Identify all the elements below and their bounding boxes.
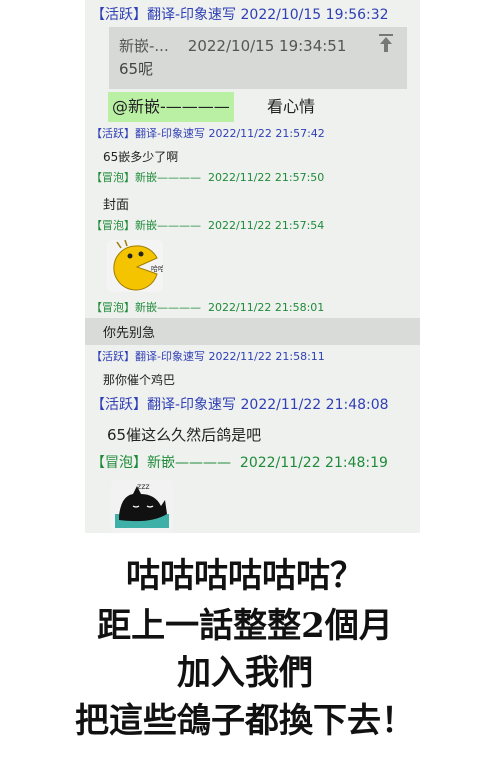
- quote-sender: 新嵌-...: [119, 37, 169, 55]
- message-text: 你先别急: [103, 326, 156, 341]
- active-tag: 【活跃】: [91, 127, 135, 140]
- timestamp: 2022/11/22 21:48:19: [239, 455, 388, 471]
- sticker-text: zzz: [137, 482, 150, 491]
- quoted-message[interactable]: 新嵌-... 2022/10/15 19:34:51 65呢: [109, 27, 407, 89]
- message: 【冒泡】新嵌———— 2022/11/22 21:48:19: [85, 455, 420, 471]
- message: 【冒泡】新嵌———— 2022/11/22 21:57:54: [85, 218, 420, 234]
- message-header: 【冒泡】新嵌———— 2022/11/22 21:57:50: [85, 170, 420, 186]
- emoji-sticker-icon[interactable]: 哈哈: [107, 240, 163, 292]
- active-tag: 【活跃】: [91, 7, 147, 23]
- timestamp: 2022/11/22 21:57:54: [208, 219, 325, 232]
- message: 【活跃】翻译-印象速写 2022/11/22 21:48:08 65催这么久然后…: [85, 397, 420, 445]
- message-header: 【活跃】翻译-印象速写 2022/11/22 21:58:11: [85, 349, 420, 365]
- sender-name[interactable]: 翻译-印象速写: [135, 127, 205, 140]
- bubble-tag: 【冒泡】: [91, 455, 147, 471]
- timestamp: 2022/11/22 21:58:11: [208, 350, 325, 363]
- message: 【活跃】翻译-印象速写 2022/11/22 21:58:11 那你催个鸡巴: [85, 349, 420, 388]
- message-text: 封面: [103, 198, 130, 213]
- timestamp: 2022/11/22 21:57:50: [208, 171, 325, 184]
- bubble-tag: 【冒泡】: [91, 171, 135, 184]
- message-header: 【冒泡】新嵌———— 2022/11/22 21:58:01: [85, 300, 420, 316]
- bubble-tag: 【冒泡】: [91, 219, 135, 232]
- jump-to-quote-icon[interactable]: [377, 33, 395, 53]
- message: 【活跃】翻译-印象速写 2022/11/22 21:57:42 65嵌多少了啊: [85, 126, 420, 165]
- quote-header: 新嵌-... 2022/10/15 19:34:51: [119, 35, 346, 56]
- message-text: 65嵌多少了啊: [103, 150, 179, 164]
- message-header: 【冒泡】新嵌———— 2022/11/22 21:57:54: [85, 218, 420, 234]
- timestamp: 2022/10/15 19:56:32: [240, 7, 389, 23]
- caption-line: 把這些鴿子都換下去！: [75, 701, 415, 741]
- sender-name[interactable]: 新嵌————: [135, 219, 201, 232]
- timestamp: 2022/11/22 21:58:01: [208, 301, 325, 314]
- caption-line: 咕咕咕咕咕咕？: [126, 556, 364, 596]
- sticker-text: 哈哈: [151, 264, 163, 273]
- message-header: 【活跃】翻译-印象速写 2022/11/22 21:48:08: [85, 397, 420, 413]
- message-header: 【活跃】翻译-印象速写 2022/11/22 21:57:42: [85, 126, 420, 142]
- message-text: 看心情: [267, 97, 316, 116]
- timestamp: 2022/11/22 21:57:42: [208, 127, 325, 140]
- message-header: 【活跃】翻译-印象速写 2022/10/15 19:56:32: [91, 7, 420, 23]
- sender-name[interactable]: 新嵌————: [135, 171, 201, 184]
- message: 【冒泡】新嵌———— 2022/11/22 21:58:01: [85, 300, 420, 316]
- quote-time: 2022/10/15 19:34:51: [187, 37, 347, 55]
- bubble-tag: 【冒泡】: [91, 301, 135, 314]
- sleeping-cat-sticker-icon[interactable]: zzz: [111, 480, 173, 533]
- caption-line: 加入我們: [177, 653, 313, 693]
- quote-text: 65呢: [119, 60, 154, 78]
- sender-name[interactable]: 翻译-印象速写: [147, 397, 236, 413]
- active-tag: 【活跃】: [91, 397, 147, 413]
- message-text: 那你催个鸡巴: [103, 373, 176, 387]
- message-header: 【冒泡】新嵌———— 2022/11/22 21:48:19: [85, 455, 420, 471]
- sender-name[interactable]: 新嵌————: [147, 455, 231, 471]
- sender-name[interactable]: 翻译-印象速写: [135, 350, 205, 363]
- mention-highlight[interactable]: @新嵌-————: [108, 92, 234, 122]
- sender-name[interactable]: 新嵌————: [135, 301, 201, 314]
- sender-name[interactable]: 翻译-印象速写: [147, 7, 236, 23]
- chat-screenshot: 【活跃】翻译-印象速写 2022/10/15 19:56:32 新嵌-... 2…: [85, 0, 420, 533]
- caption-line: 距上一話整整2個月: [97, 606, 393, 646]
- message: 【冒泡】新嵌———— 2022/11/22 21:57:50 封面: [85, 170, 420, 213]
- active-tag: 【活跃】: [91, 350, 135, 363]
- timestamp: 2022/11/22 21:48:08: [240, 397, 389, 413]
- message-text: 65催这么久然后鸽是吧: [107, 426, 262, 444]
